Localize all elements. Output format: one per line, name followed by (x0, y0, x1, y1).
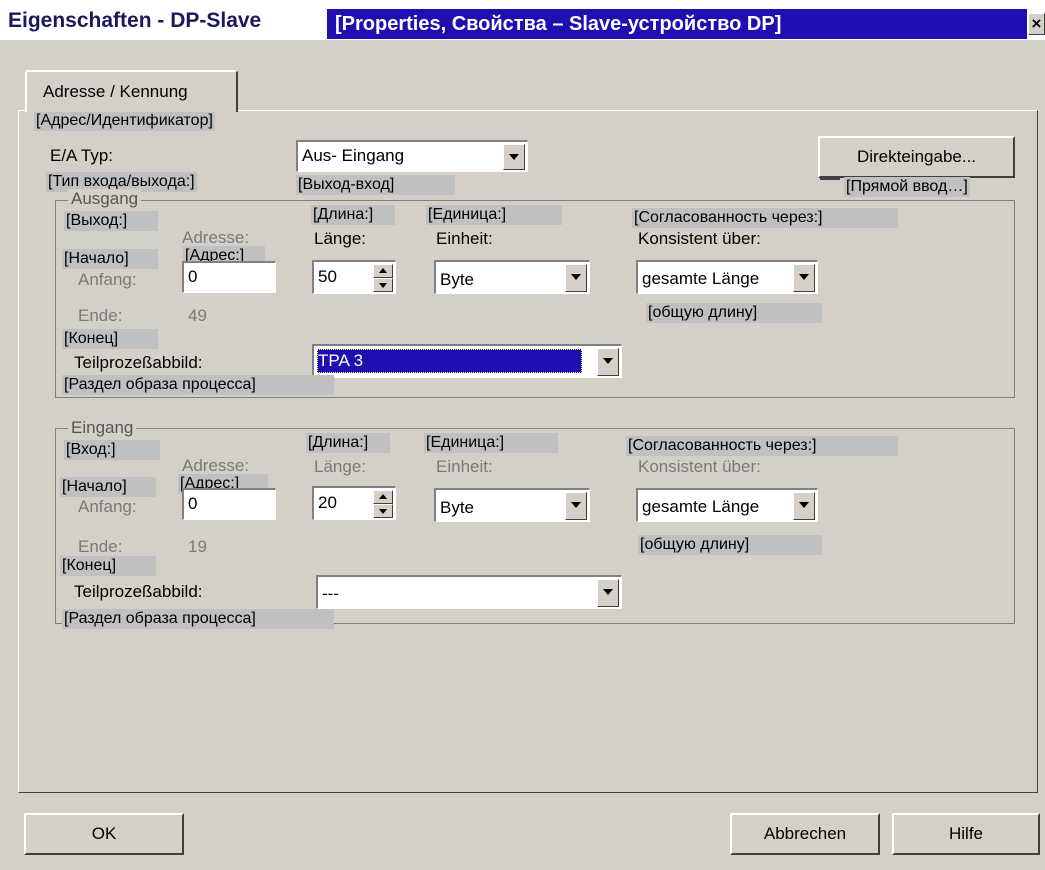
divider (820, 178, 840, 180)
io-type-value: Aus- Eingang (302, 146, 405, 165)
output-unit-annotation: [Единица:] (426, 205, 562, 225)
output-start-input[interactable]: 0 (182, 261, 276, 293)
output-unit-label: Einheit: (436, 229, 493, 248)
chevron-down-icon[interactable] (503, 144, 525, 170)
input-consistent-annotation: [Согласованность через:] (626, 436, 898, 456)
spin-up-icon[interactable] (373, 490, 393, 504)
input-tpa-label: Teilprozeßabbild: (74, 582, 203, 601)
output-consistent-annotation: [Согласованность через:] (632, 208, 898, 228)
input-unit-annotation: [Единица:] (424, 433, 558, 453)
chevron-down-icon[interactable] (597, 348, 619, 376)
input-length-label: Länge: (314, 457, 366, 476)
output-unit-select[interactable]: Byte (434, 260, 590, 294)
io-type-value-annotation: [Выход-вход] (296, 175, 455, 195)
output-start-value: 0 (188, 267, 198, 286)
io-type-label: E/A Typ: (50, 146, 114, 165)
output-address-label: Adresse: (182, 228, 250, 247)
window-title: Eigenschaften - DP-Slave (8, 9, 262, 32)
chevron-down-icon[interactable] (793, 264, 815, 292)
output-end-label: Ende: (78, 306, 123, 325)
tab-adresse-kennung[interactable]: Adresse / Kennung (25, 70, 238, 112)
output-consistent-value: gesamte Länge (642, 269, 760, 288)
output-group-annotation: [Выход:] (64, 211, 158, 231)
output-end-annotation: [Конец] (62, 329, 158, 349)
tab-label: Adresse / Kennung (43, 82, 188, 101)
output-end-value: 49 (188, 306, 207, 325)
input-length-annotation: [Длина:] (306, 433, 390, 453)
ok-button[interactable]: OK (24, 813, 184, 855)
input-tpa-value: --- (322, 584, 339, 603)
input-address-label: Adresse: (182, 456, 250, 475)
output-length-stepper[interactable]: 50 (312, 260, 396, 294)
input-start-value: 0 (188, 494, 198, 513)
input-consistent-select[interactable]: gesamte Länge (636, 488, 818, 522)
close-icon[interactable]: × (1028, 13, 1045, 35)
tab-annotation: [Адрес/Идентификатор] (34, 111, 215, 131)
spin-buttons[interactable] (373, 264, 393, 292)
output-tpa-select[interactable]: TPA 3 (312, 344, 622, 378)
chevron-down-icon[interactable] (565, 492, 587, 520)
input-length-value: 20 (318, 493, 337, 512)
input-start-label: Anfang: (78, 497, 137, 516)
input-end-annotation: [Конец] (60, 556, 156, 576)
output-group-title: Ausgang (68, 189, 142, 209)
input-consistent-label: Konsistent über: (638, 457, 761, 476)
output-consistent-select[interactable]: gesamte Länge (636, 260, 818, 294)
output-tpa-label: Teilprozeßabbild: (74, 353, 203, 372)
input-group-annotation: [Вход:] (64, 440, 160, 460)
input-consistent-value-annotation: [общую длину] (638, 535, 822, 555)
direct-input-button[interactable]: Direkteingabe... (818, 136, 1015, 178)
output-consistent-value-annotation: [общую длину] (646, 303, 822, 323)
input-tpa-select[interactable]: --- (316, 575, 622, 609)
spin-buttons[interactable] (373, 490, 393, 518)
input-length-stepper[interactable]: 20 (312, 486, 396, 520)
help-button[interactable]: Hilfe (892, 813, 1040, 855)
input-start-input[interactable]: 0 (182, 488, 276, 520)
input-start-annotation: [Начало] (60, 477, 156, 497)
input-unit-select[interactable]: Byte (434, 488, 590, 522)
io-type-select[interactable]: Aus- Eingang (296, 140, 528, 172)
spin-up-icon[interactable] (373, 264, 393, 278)
output-start-label: Anfang: (78, 270, 137, 289)
input-unit-value: Byte (440, 498, 475, 517)
input-unit-label: Einheit: (436, 457, 493, 476)
input-tpa-annotation: [Раздел образа процесса] (62, 609, 334, 629)
chevron-down-icon[interactable] (597, 579, 619, 607)
direct-input-annotation: [Прямой ввод…] (844, 177, 970, 197)
spin-down-icon[interactable] (373, 278, 393, 292)
window-title-annotation: [Properties, Свойства – Slave-устройство… (327, 9, 922, 39)
output-length-label: Länge: (314, 229, 366, 248)
output-unit-value: Byte (440, 270, 475, 289)
title-bar-fill (922, 9, 1027, 39)
input-group-title: Eingang (68, 418, 137, 438)
output-consistent-label: Konsistent über: (638, 229, 761, 248)
input-end-label: Ende: (78, 537, 123, 556)
cancel-button[interactable]: Abbrechen (730, 813, 880, 855)
output-length-value: 50 (318, 267, 337, 286)
chevron-down-icon[interactable] (793, 492, 815, 520)
chevron-down-icon[interactable] (565, 264, 587, 292)
output-length-annotation: [Длина:] (311, 205, 395, 225)
output-tpa-value: TPA 3 (318, 351, 364, 370)
output-start-annotation: [Начало] (62, 249, 158, 269)
input-consistent-value: gesamte Länge (642, 497, 760, 516)
input-end-value: 19 (188, 537, 207, 556)
output-tpa-annotation: [Раздел образа процесса] (62, 375, 334, 395)
spin-down-icon[interactable] (373, 504, 393, 518)
